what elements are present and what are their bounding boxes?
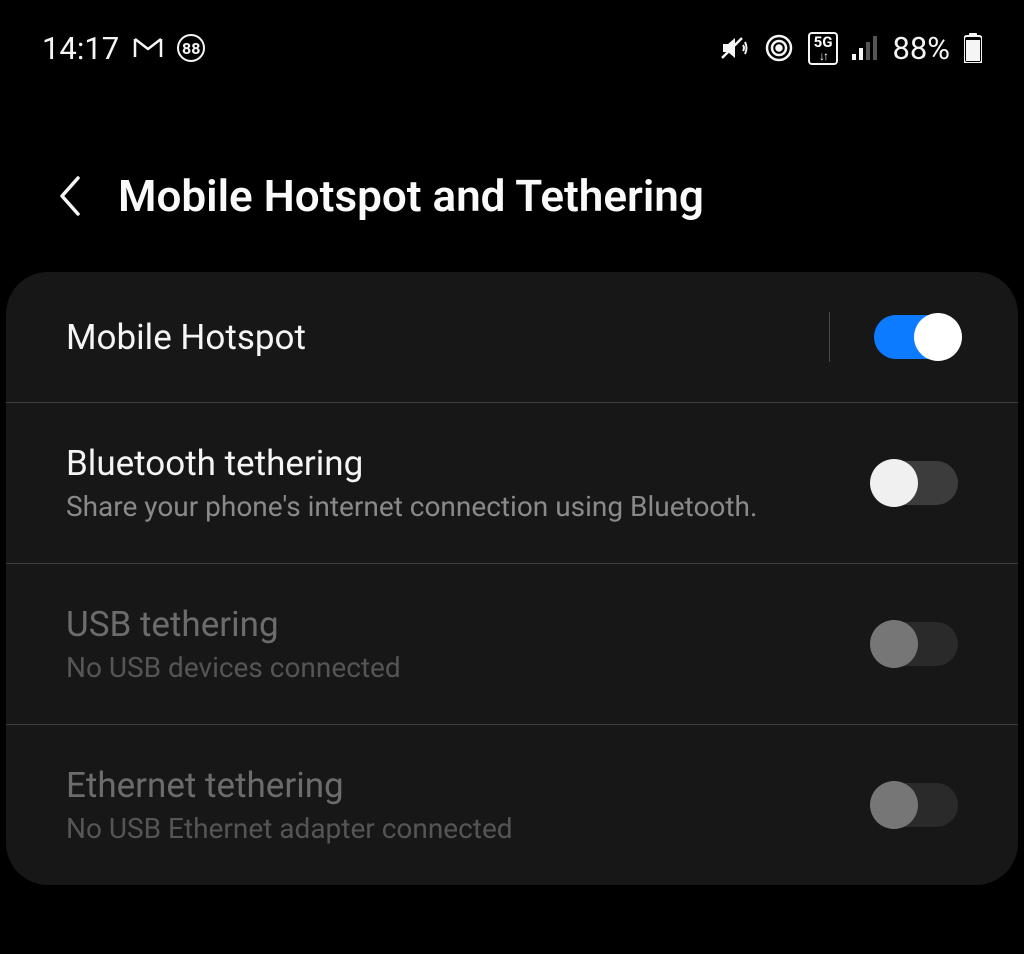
setting-usb-tethering: USB tethering No USB devices connected [6, 564, 1018, 725]
status-bar: 14:17 88 5G ↓↑ [0, 0, 1024, 80]
toggle-bluetooth-tethering[interactable] [874, 461, 958, 505]
setting-title: Ethernet tethering [66, 765, 850, 806]
setting-subtitle: No USB Ethernet adapter connected [66, 812, 850, 845]
mute-vibrate-icon [720, 34, 750, 62]
page-title: Mobile Hotspot and Tethering [118, 170, 704, 222]
setting-text: Bluetooth tethering Share your phone's i… [66, 443, 850, 523]
toggle-usb-tethering [874, 622, 958, 666]
battery-icon [964, 33, 982, 63]
setting-title: Mobile Hotspot [66, 317, 805, 358]
back-icon[interactable] [56, 174, 82, 218]
status-time: 14:17 [42, 30, 119, 67]
toggle-mobile-hotspot[interactable] [874, 315, 958, 359]
setting-text: Mobile Hotspot [66, 317, 805, 358]
setting-subtitle: Share your phone's internet connection u… [66, 490, 850, 523]
setting-bluetooth-tethering[interactable]: Bluetooth tethering Share your phone's i… [6, 403, 1018, 564]
page-header: Mobile Hotspot and Tethering [0, 80, 1024, 272]
toggle-knob [914, 313, 962, 361]
setting-text: Ethernet tethering No USB Ethernet adapt… [66, 765, 850, 845]
setting-subtitle: No USB devices connected [66, 651, 850, 684]
status-right: 5G ↓↑ 88% [720, 30, 982, 67]
fiveg-icon: 5G ↓↑ [808, 32, 839, 65]
toggle-knob [870, 781, 918, 829]
setting-text: USB tethering No USB devices connected [66, 604, 850, 684]
divider [829, 312, 830, 362]
toggle-knob [870, 459, 918, 507]
status-left: 14:17 88 [42, 30, 205, 67]
toggle-ethernet-tethering [874, 783, 958, 827]
settings-panel: Mobile Hotspot Bluetooth tethering Share… [6, 272, 1018, 885]
setting-title: USB tethering [66, 604, 850, 645]
hotspot-icon [764, 33, 794, 63]
setting-mobile-hotspot[interactable]: Mobile Hotspot [6, 272, 1018, 403]
toggle-knob [870, 620, 918, 668]
gmail-icon [133, 37, 163, 59]
setting-title: Bluetooth tethering [66, 443, 850, 484]
setting-ethernet-tethering: Ethernet tethering No USB Ethernet adapt… [6, 725, 1018, 885]
battery-percent: 88% [892, 30, 950, 67]
notification-badge-icon: 88 [177, 34, 205, 62]
signal-icon [852, 36, 878, 60]
